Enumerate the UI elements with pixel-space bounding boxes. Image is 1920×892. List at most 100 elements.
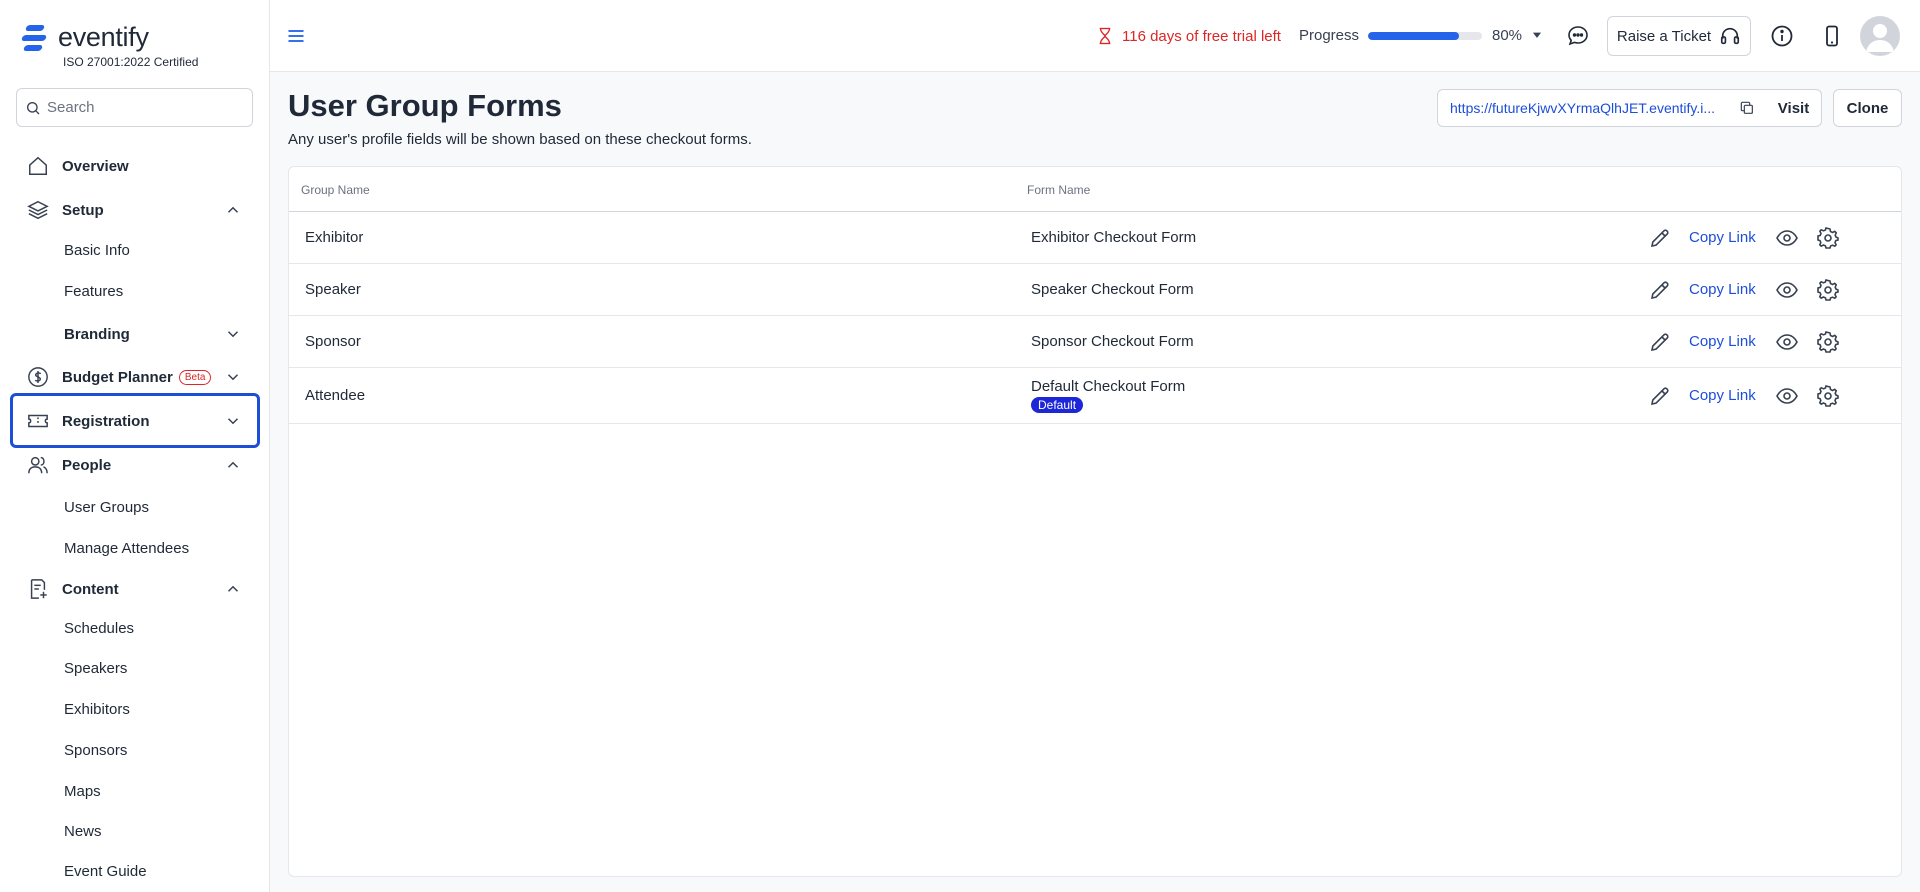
eye-icon[interactable]: [1775, 226, 1799, 250]
brand-certification: ISO 27001:2022 Certified: [63, 55, 199, 69]
gear-icon[interactable]: [1816, 384, 1840, 408]
sidebar-item-features[interactable]: Features: [64, 283, 123, 300]
sidebar-item-label: Branding: [64, 325, 130, 343]
edit-icon[interactable]: [1648, 384, 1672, 408]
sidebar-item-label: Registration: [62, 412, 150, 430]
form-name-cell: Sponsor Checkout Form: [1031, 333, 1194, 350]
headset-icon: [1721, 27, 1740, 45]
event-url-text: https://futureKjwvXYrmaQlhJET.eventify.i…: [1450, 100, 1716, 116]
form-name-text: Default Checkout Form: [1031, 378, 1186, 395]
clone-button[interactable]: Clone: [1833, 89, 1902, 127]
page-subtitle: Any user's profile fields will be shown …: [288, 131, 752, 148]
sidebar-item-label: Overview: [62, 157, 129, 175]
chevron-up-icon[interactable]: [224, 580, 242, 598]
user-avatar-icon: [1866, 24, 1894, 52]
ticket-icon: [26, 409, 50, 433]
copy-icon[interactable]: [1739, 100, 1755, 116]
event-url-field[interactable]: https://futureKjwvXYrmaQlhJET.eventify.i…: [1437, 89, 1767, 127]
copy-link-button[interactable]: Copy Link: [1689, 387, 1756, 404]
sidebar-item-setup[interactable]: Setup: [26, 192, 246, 228]
sidebar-item-news[interactable]: News: [64, 823, 102, 840]
search-input[interactable]: [47, 99, 237, 116]
raise-ticket-label: Raise a Ticket: [1616, 27, 1712, 45]
brand-name: eventify: [58, 22, 149, 52]
user-group-forms-table: Group Name Form Name Exhibitor Exhibitor…: [288, 166, 1902, 877]
group-name-cell: Speaker: [305, 281, 361, 298]
sidebar-item-user-groups[interactable]: User Groups: [64, 499, 149, 516]
gear-icon[interactable]: [1816, 226, 1840, 250]
edit-icon[interactable]: [1648, 226, 1672, 250]
default-badge: Default: [1031, 397, 1084, 413]
copy-link-button[interactable]: Copy Link: [1689, 281, 1756, 298]
sidebar-item-label: People: [62, 456, 112, 474]
progress-fill: [1368, 32, 1460, 40]
progress-label: Progress: [1299, 27, 1360, 44]
edit-icon[interactable]: [1648, 330, 1672, 354]
chevron-up-icon[interactable]: [224, 456, 242, 474]
chevron-down-icon[interactable]: [224, 325, 242, 343]
group-name-cell: Attendee: [305, 387, 366, 404]
trial-text: 116 days of free trial left: [1122, 27, 1281, 45]
table-row: Exhibitor Exhibitor Checkout Form Copy L…: [289, 212, 1901, 264]
progress-bar: [1368, 32, 1482, 40]
eye-icon[interactable]: [1775, 278, 1799, 302]
sidebar-item-budget-planner[interactable]: Budget Planner Beta: [26, 359, 246, 395]
group-name-cell: Exhibitor: [305, 229, 364, 246]
page-title: User Group Forms: [288, 88, 562, 123]
edit-icon[interactable]: [1648, 278, 1672, 302]
table-row: Speaker Speaker Checkout Form Copy Link: [289, 264, 1901, 316]
copy-link-button[interactable]: Copy Link: [1689, 333, 1756, 350]
sidebar-item-schedules[interactable]: Schedules: [64, 620, 134, 637]
sidebar-item-basic-info[interactable]: Basic Info: [64, 242, 130, 259]
chat-icon[interactable]: [1566, 24, 1590, 48]
search-icon: [27, 101, 40, 114]
layers-icon: [26, 198, 50, 222]
caret-down-icon[interactable]: [1530, 28, 1544, 42]
sidebar-item-overview[interactable]: Overview: [26, 148, 246, 184]
sidebar-item-content[interactable]: Content: [26, 571, 246, 607]
sidebar-item-speakers[interactable]: Speakers: [64, 660, 127, 677]
raise-ticket-button[interactable]: Raise a Ticket: [1607, 16, 1751, 56]
dollar-icon: [26, 365, 50, 389]
form-name-cell: Exhibitor Checkout Form: [1031, 229, 1197, 246]
table-row: Sponsor Sponsor Checkout Form Copy Link: [289, 316, 1901, 368]
beta-badge: Beta: [178, 369, 212, 385]
sidebar-item-manage-attendees[interactable]: Manage Attendees: [64, 540, 189, 557]
hamburger-menu-icon[interactable]: [286, 26, 306, 46]
progress-value: 80%: [1492, 27, 1523, 44]
group-name-cell: Sponsor: [305, 333, 361, 350]
sidebar-item-label: Content: [62, 580, 119, 598]
eventify-logo-icon: [20, 23, 52, 53]
chevron-down-icon[interactable]: [224, 368, 242, 386]
sidebar-item-label: Budget Planner: [62, 368, 173, 386]
eye-icon[interactable]: [1775, 330, 1799, 354]
eye-icon[interactable]: [1775, 384, 1799, 408]
chevron-down-icon[interactable]: [224, 412, 242, 430]
sidebar-search[interactable]: [16, 88, 253, 127]
sidebar: eventify ISO 27001:2022 Certified Overvi…: [0, 0, 270, 892]
sidebar-item-maps[interactable]: Maps: [64, 783, 101, 800]
sidebar-item-exhibitors[interactable]: Exhibitors: [64, 701, 130, 718]
home-icon: [26, 154, 50, 178]
gear-icon[interactable]: [1816, 330, 1840, 354]
avatar[interactable]: [1860, 16, 1900, 56]
visit-button[interactable]: Visit: [1766, 89, 1822, 127]
sidebar-item-people[interactable]: People: [26, 447, 246, 483]
sidebar-item-registration[interactable]: Registration: [26, 403, 246, 439]
copy-link-button[interactable]: Copy Link: [1689, 229, 1756, 246]
info-icon[interactable]: [1770, 24, 1794, 48]
trial-notice: 116 days of free trial left: [1096, 26, 1281, 46]
document-add-icon: [26, 577, 50, 601]
table-row: Attendee Default Checkout Form Default C…: [289, 368, 1901, 424]
gear-icon[interactable]: [1816, 278, 1840, 302]
chevron-up-icon[interactable]: [224, 201, 242, 219]
form-name-cell: Default Checkout Form Default: [1031, 378, 1185, 413]
mobile-icon[interactable]: [1820, 24, 1844, 48]
form-name-cell: Speaker Checkout Form: [1031, 281, 1194, 298]
sidebar-item-sponsors[interactable]: Sponsors: [64, 742, 127, 759]
column-header-group-name: Group Name: [301, 183, 370, 197]
column-header-form-name: Form Name: [1027, 183, 1091, 197]
sidebar-item-event-guide[interactable]: Event Guide: [64, 863, 147, 880]
sidebar-item-branding[interactable]: Branding: [64, 316, 246, 352]
brand-logo[interactable]: eventify: [20, 22, 149, 53]
